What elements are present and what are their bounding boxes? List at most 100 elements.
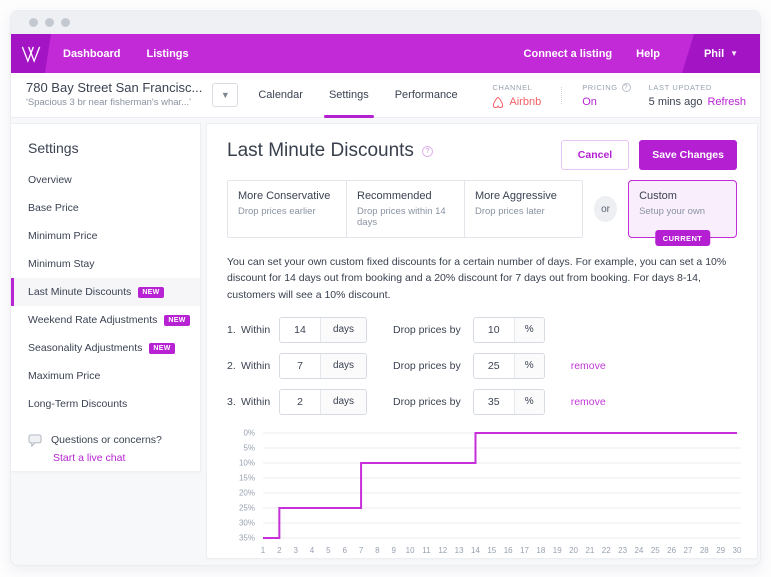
- sidebar-item-overview[interactable]: Overview: [11, 166, 200, 194]
- brand-logo[interactable]: [11, 34, 51, 73]
- days-input-group: days: [279, 316, 367, 343]
- custom-discounts-description: You can set your own custom fixed discou…: [227, 256, 727, 301]
- svg-text:25: 25: [651, 546, 660, 555]
- svg-text:26: 26: [667, 546, 676, 555]
- svg-text:10: 10: [406, 546, 415, 555]
- svg-text:35%: 35%: [239, 533, 255, 542]
- traffic-light-zoom[interactable]: [61, 18, 70, 27]
- connect-a-listing-link[interactable]: Connect a listing: [524, 48, 613, 60]
- sidebar-item-last-minute-discounts[interactable]: Last Minute Discounts NEW: [11, 278, 200, 306]
- percent-unit-label: %: [513, 353, 544, 378]
- svg-text:16: 16: [504, 546, 513, 555]
- last-updated-value: 5 mins ago: [648, 95, 703, 108]
- page-content: Settings Overview Base Price Minimum Pri…: [11, 118, 760, 565]
- discount-rules-list: 1. Within days Drop prices by % 2. Withi…: [227, 316, 737, 415]
- sidebar-item-label: Long-Term Discounts: [28, 398, 128, 410]
- sidebar-item-label: Weekend Rate Adjustments: [28, 314, 158, 326]
- discount-chart-container: 0% 5% 10% 15% 20% 25% 30% 35% 1 2 3 4 5 6 7 8 9 10 11 12 13 1…: [227, 425, 742, 565]
- discount-step-chart: 0%5%10%15%20%25%30%35%1 2 3 4 5 6 7 8 9 10 11 12 13 1…: [239, 428, 742, 555]
- percent-input[interactable]: [473, 317, 514, 342]
- svg-text:6: 6: [342, 546, 347, 555]
- svg-text:29: 29: [716, 546, 725, 555]
- svg-text:19: 19: [553, 546, 562, 555]
- save-changes-button[interactable]: Save Changes: [639, 140, 737, 170]
- strategy-title: Custom: [639, 190, 677, 202]
- svg-text:21: 21: [585, 546, 594, 555]
- cancel-button[interactable]: Cancel: [560, 140, 630, 170]
- listing-meta: CHANNEL Airbnb PRICING ? On LAST UPDATED…: [492, 82, 746, 108]
- strategy-card[interactable]: Recommended Drop prices within 14 days: [346, 181, 464, 237]
- sidebar-item-minimum-stay[interactable]: Minimum Stay: [11, 250, 200, 278]
- svg-text:8: 8: [375, 546, 380, 555]
- desktop-background: Dashboard Listings Connect a listing Hel…: [0, 0, 771, 577]
- sidebar-item-maximum-price[interactable]: Maximum Price: [11, 362, 200, 390]
- user-menu[interactable]: Phil ▼: [682, 34, 760, 73]
- sidebar-item-label: Minimum Stay: [28, 258, 95, 270]
- preset-strategies: More Conservative Drop prices earlier Re…: [227, 180, 583, 238]
- percent-input[interactable]: [473, 353, 514, 378]
- drop-prices-by-label: Drop prices by: [393, 323, 461, 336]
- listing-subtitle: 'Spacious 3 br near fisherman's whar...': [26, 97, 191, 108]
- percent-input-group: %: [472, 352, 545, 379]
- row-index: 2.: [227, 359, 236, 372]
- days-input-group: days: [279, 388, 367, 415]
- days-input[interactable]: [280, 389, 320, 414]
- svg-text:9: 9: [392, 546, 397, 555]
- sidebar-item-minimum-price[interactable]: Minimum Price: [11, 222, 200, 250]
- svg-text:23: 23: [618, 546, 627, 555]
- sidebar-item-weekend-rate-adjustments[interactable]: Weekend Rate Adjustments NEW: [11, 306, 200, 334]
- traffic-light-minimize[interactable]: [45, 18, 54, 27]
- drop-prices-by-label: Drop prices by: [393, 359, 461, 372]
- strategy-card[interactable]: More Conservative Drop prices earlier: [228, 181, 346, 237]
- strategy-card[interactable]: More Aggressive Drop prices later: [464, 181, 582, 237]
- percent-input[interactable]: [473, 389, 514, 414]
- panel-header: Last Minute Discounts ? Cancel Save Chan…: [227, 140, 737, 170]
- days-input-group: days: [279, 352, 367, 379]
- pricing-status[interactable]: On: [582, 96, 597, 108]
- sidebar-item-base-price[interactable]: Base Price: [11, 194, 200, 222]
- svg-text:13: 13: [455, 546, 464, 555]
- discount-rule-row: 2. Within days Drop prices by % remove: [227, 352, 737, 379]
- row-index: 3.: [227, 395, 236, 408]
- remove-row-link[interactable]: remove: [571, 360, 606, 372]
- sidebar-item-seasonality-adjustments[interactable]: Seasonality Adjustments NEW: [11, 334, 200, 362]
- days-unit-label: days: [320, 317, 366, 342]
- strategy-subtitle: Drop prices within 14 days: [357, 206, 446, 228]
- panel-actions: Cancel Save Changes: [560, 140, 737, 170]
- help-link[interactable]: Help: [636, 48, 660, 60]
- drop-prices-by-label: Drop prices by: [393, 395, 461, 408]
- nav-item-listings[interactable]: Listings: [146, 48, 188, 60]
- days-input[interactable]: [280, 353, 320, 378]
- current-badge: CURRENT: [654, 230, 711, 246]
- sidebar-item-label: Base Price: [28, 202, 79, 214]
- traffic-light-close[interactable]: [29, 18, 38, 27]
- sidebar-items: Overview Base Price Minimum Price Minimu…: [11, 166, 200, 418]
- chevron-down-icon: ▼: [220, 90, 230, 100]
- tab-settings[interactable]: Settings: [323, 73, 374, 118]
- strategy-title: Recommended: [357, 190, 432, 202]
- days-input[interactable]: [280, 317, 320, 342]
- custom-strategy-card[interactable]: Custom Setup your own CURRENT: [628, 180, 737, 246]
- info-icon[interactable]: ?: [621, 82, 631, 92]
- last-minute-discounts-panel: Last Minute Discounts ? Cancel Save Chan…: [206, 123, 758, 559]
- top-navbar: Dashboard Listings Connect a listing Hel…: [11, 34, 760, 73]
- within-label: Within: [241, 359, 271, 372]
- window-titlebar: [11, 11, 760, 34]
- sidebar-question: Questions or concerns?: [51, 434, 162, 446]
- tab-calendar[interactable]: Calendar: [258, 73, 303, 118]
- nav-item-dashboard[interactable]: Dashboard: [63, 48, 120, 60]
- refresh-link[interactable]: Refresh: [707, 96, 746, 108]
- info-icon[interactable]: ?: [421, 145, 433, 157]
- tab-performance[interactable]: Performance: [395, 73, 458, 118]
- remove-row-link[interactable]: remove: [571, 396, 606, 408]
- start-live-chat-link[interactable]: Start a live chat: [53, 452, 200, 464]
- strategy-subtitle: Drop prices later: [475, 206, 545, 217]
- svg-text:15: 15: [487, 546, 496, 555]
- sidebar-item-long-term-discounts[interactable]: Long-Term Discounts: [11, 390, 200, 418]
- new-badge: NEW: [149, 342, 175, 354]
- pricing-block: PRICING ? On: [582, 82, 631, 108]
- svg-text:1: 1: [261, 546, 266, 555]
- sidebar-item-label: Overview: [28, 174, 72, 186]
- listing-switcher-button[interactable]: ▼: [212, 83, 239, 107]
- listing-header: 780 Bay Street San Francisc... 'Spacious…: [11, 73, 760, 118]
